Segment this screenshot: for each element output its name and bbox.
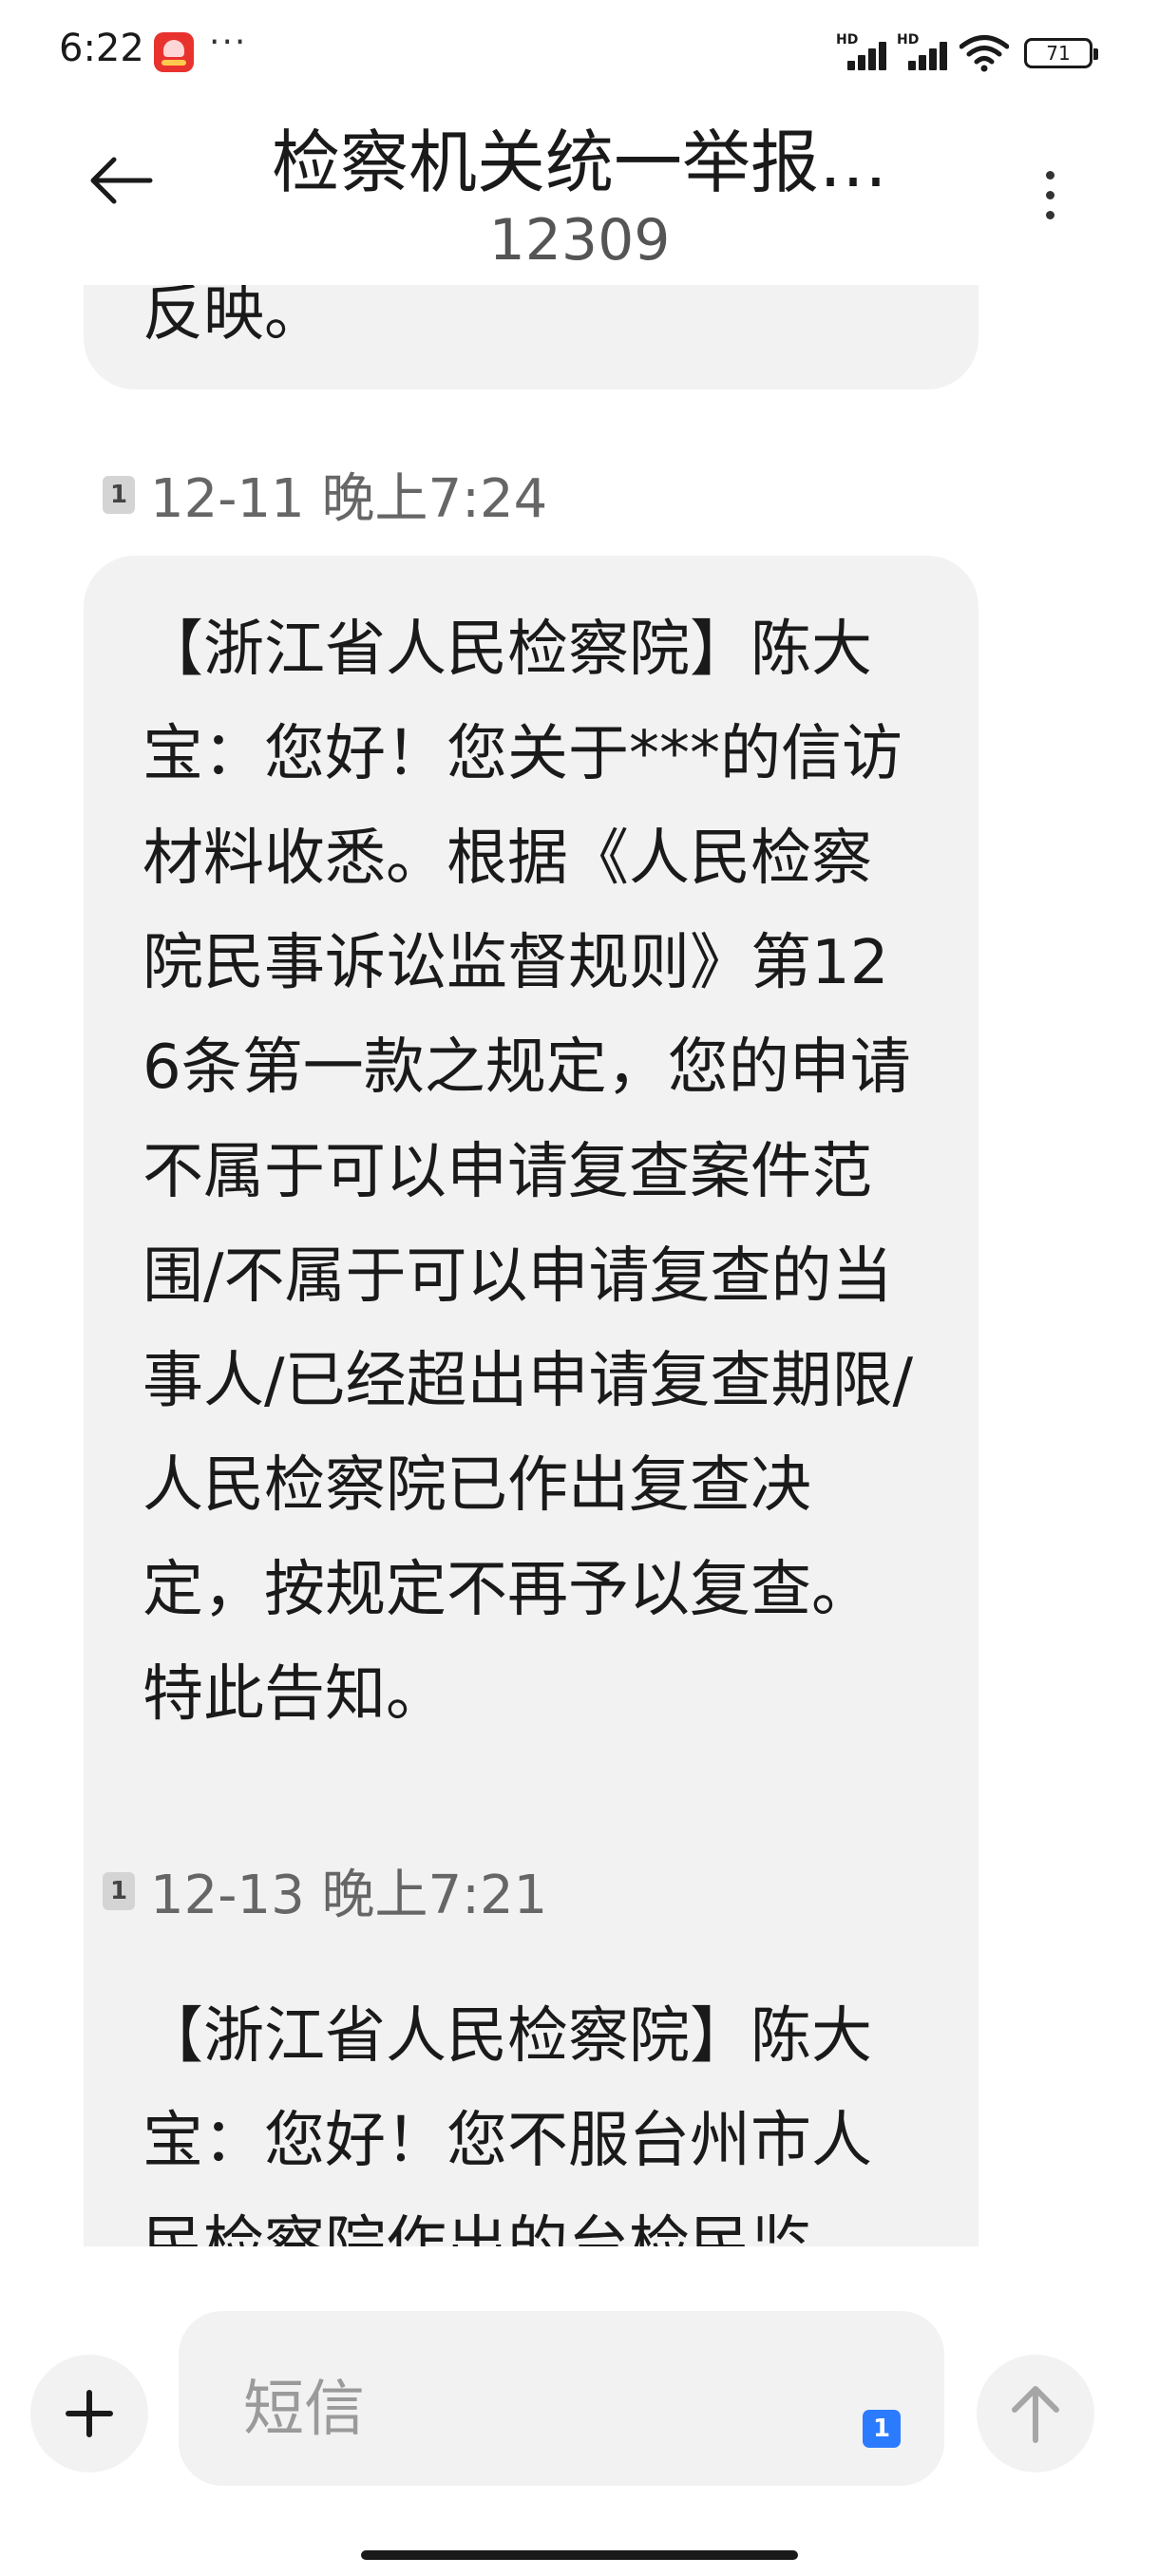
send-button[interactable] <box>977 2355 1094 2472</box>
add-attachment-button[interactable] <box>30 2355 148 2472</box>
send-arrow-icon <box>1012 2386 1059 2443</box>
home-indicator[interactable] <box>361 2550 798 2560</box>
plus-icon <box>66 2390 113 2437</box>
message-timestamp: 1 12-11 晚上7:24 <box>103 456 547 533</box>
back-button[interactable] <box>78 133 163 228</box>
contact-number: 12309 <box>488 207 671 274</box>
signal-strength-icon-2: HD <box>897 32 952 70</box>
status-bar: 6:22 ··· HD HD 71 <box>0 0 1159 95</box>
more-vertical-icon <box>1045 170 1054 180</box>
input-placeholder: 短信 <box>243 2375 365 2445</box>
message-bubble-previous[interactable]: 反映。 <box>84 285 978 389</box>
contact-title: 检察机关统一举报… <box>271 123 887 202</box>
battery-icon: 71 <box>1024 38 1098 68</box>
sim-badge-icon: 1 <box>103 475 135 514</box>
sms-conversation-screen: 6:22 ··· HD HD 71 检察机关统一举报… 12309 反映。 1 … <box>0 0 1159 2576</box>
conversation-header: 检察机关统一举报… 12309 <box>0 95 1159 285</box>
message-composer: 短信 1 <box>0 2246 1159 2576</box>
message-timestamp: 1 12-13 晚上7:21 <box>103 1852 547 1929</box>
signal-strength-icon-1: HD <box>836 32 891 70</box>
message-bubble[interactable]: 【浙江省人民检察院】陈大宝：您好！您关于***的信访材料收悉。根据《人民检察院民… <box>84 556 978 2066</box>
message-bubble-latest[interactable]: 【浙江省人民检察院】陈大宝：您好！您不服台州市人民检察院作出的台检民监 <box>84 1942 978 2246</box>
sms-input[interactable]: 短信 1 <box>179 2311 944 2486</box>
timestamp-text: 12-11 晚上7:24 <box>150 468 548 530</box>
more-options-button[interactable] <box>1026 152 1074 237</box>
hd-label-1: HD <box>836 32 859 47</box>
hd-label-2: HD <box>897 32 920 47</box>
battery-level: 71 <box>1046 42 1071 65</box>
message-list[interactable]: 反映。 1 12-11 晚上7:24 【浙江省人民检察院】陈大宝：您好！您关于*… <box>0 285 1159 2246</box>
back-arrow-icon <box>90 157 153 204</box>
wifi-icon <box>960 35 1009 72</box>
shopping-app-icon <box>154 32 194 72</box>
notification-more-icon: ··· <box>209 23 248 62</box>
message-text: 【浙江省人民检察院】陈大宝：您好！您关于***的信访材料收悉。根据《人民检察院民… <box>142 615 914 1730</box>
message-text: 【浙江省人民检察院】陈大宝：您好！您不服台州市人民检察院作出的台检民监 <box>142 2001 872 2246</box>
timestamp-text: 12-13 晚上7:21 <box>150 1865 548 1926</box>
sim-select-icon[interactable]: 1 <box>863 2410 901 2448</box>
status-time: 6:22 <box>59 27 144 70</box>
message-text: 反映。 <box>142 285 325 350</box>
sim-badge-icon: 1 <box>103 1871 135 1910</box>
